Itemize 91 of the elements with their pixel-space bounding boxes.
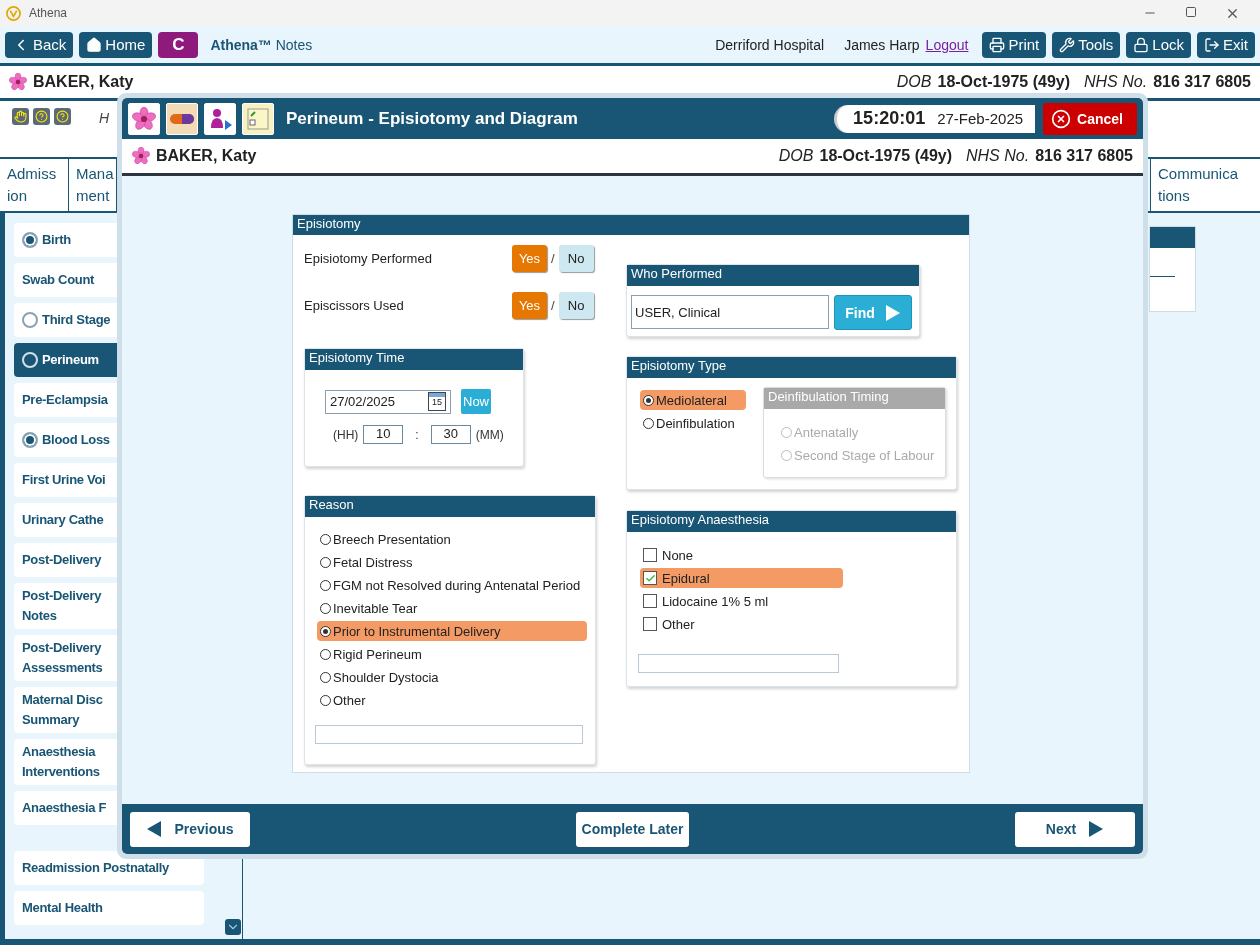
panel-header: Episiotomy Time [305,349,523,370]
exit-icon [1204,36,1220,53]
help-alert-icon [33,108,50,125]
home-icon [86,36,103,53]
radio-option[interactable]: Breech Presentation [317,529,454,549]
date-field[interactable]: 27/02/2025 15 [325,389,451,414]
logout-link[interactable]: Logout [925,36,969,53]
print-button[interactable]: Print [982,31,1047,58]
nhs-value: 816 317 6805 [1035,147,1133,165]
minutes-field[interactable]: 30 [430,425,471,444]
hand-alert-icon [12,108,29,125]
flower-icon [132,147,150,165]
app-name: Athena™ Notes [210,36,313,53]
left-triangle-icon [146,820,163,838]
dob-value: 18-Oct-1975 (49y) [819,147,952,165]
close-icon [1051,108,1072,129]
printer-icon [989,36,1006,53]
dob-label: DOB [778,147,814,165]
home-button[interactable]: Home [79,31,153,58]
hospital-name: Derriford Hospital [715,36,825,53]
window-title: Athena [29,6,68,20]
patient-name: BAKER, Katy [33,73,134,91]
panel-header: Reason [305,496,595,517]
toggle-button[interactable]: No [558,245,594,272]
checkbox-option[interactable]: Epidural [640,568,843,588]
panel-header: Episiotomy Type [627,357,956,378]
dob-label: DOB [896,73,932,91]
next-button[interactable]: Next [1015,811,1135,847]
patient-name: BAKER, Katy [156,147,257,165]
separator-text: : [415,427,419,442]
lock-button[interactable]: Lock [1126,31,1191,58]
clock-date: 27-Feb-2025 [937,110,1024,127]
flower-icon [9,73,27,91]
user-name: James Harp [844,36,920,53]
capsule-icon [166,102,198,135]
radio-option[interactable]: Rigid Perineum [317,644,425,664]
panel-header: Who Performed [627,265,919,286]
sidebar-item[interactable]: Mental Health [14,891,204,925]
checkbox-option[interactable]: None [640,545,697,565]
input-field[interactable] [315,725,583,744]
scroll-down-button[interactable] [225,919,241,935]
nhs-value: 816 317 6805 [1153,73,1251,91]
exit-button[interactable]: Exit [1197,31,1255,58]
tools-icon [1059,36,1076,53]
lock-icon [1133,36,1150,53]
radio-option[interactable]: Inevitable Tear [317,598,421,618]
radio-option[interactable]: Shoulder Dystocia [317,667,442,687]
question-label: Episcissors Used [304,298,405,313]
previous-button[interactable]: Previous [130,811,250,847]
radio-option[interactable]: Other [317,690,369,710]
app-logo-icon [6,5,21,21]
banner-text: H [99,110,110,126]
maximize-icon[interactable] [1185,5,1197,18]
radio-option[interactable]: Prior to Instrumental Delivery [317,621,587,641]
clock-time: 15:20:01 [853,108,926,129]
question-label: Episiotomy Performed [304,251,433,266]
section-header: Episiotomy [293,215,969,235]
hours-field[interactable]: 10 [363,425,404,444]
input-field[interactable]: USER, Clinical [631,295,829,329]
checkbox-option[interactable]: Lidocaine 1% 5 ml [640,591,772,611]
panel-header: Episiotomy Anaesthesia [627,511,956,532]
separator-text: / [551,251,555,266]
radio-option[interactable]: Fetal Distress [317,552,416,572]
sidebar-item[interactable]: Readmission Postnatally [14,851,204,885]
help-alert-icon [54,108,71,125]
panel-header: Deinfibulation Timing [764,388,945,409]
tab[interactable]: Mana ment [69,159,117,211]
c-button[interactable]: C [158,31,199,58]
calendar-icon: 15 [428,392,446,411]
hours-label: (HH) [333,427,359,442]
toggle-button[interactable]: No [558,292,594,319]
radio-option[interactable]: Mediolateral [640,390,746,410]
play-icon [884,303,901,322]
tools-button[interactable]: Tools [1052,31,1121,58]
complete-later-button[interactable]: Complete Later [576,811,689,847]
dob-value: 18-Oct-1975 (49y) [937,73,1070,91]
nhs-label: NHS No. [966,147,1030,165]
dialog-title: Perineum - Episiotomy and Diagram [286,108,578,129]
input-field[interactable] [638,654,839,673]
right-triangle-icon [1088,820,1105,838]
nhs-label: NHS No. [1084,73,1148,91]
notepad-icon [242,102,274,135]
tab[interactable]: Communica tions [1150,159,1260,211]
cancel-button[interactable]: Cancel [1043,102,1137,135]
minutes-label: (MM) [475,427,504,442]
radio-option[interactable]: FGM not Resolved during Antenatal Period [317,575,584,595]
back-button[interactable]: Back [5,31,74,58]
radio-option[interactable]: Deinfibulation [640,413,738,433]
tab[interactable]: Admiss ion [0,159,69,211]
separator-text: / [551,298,555,313]
checkbox-option[interactable]: Other [640,614,698,634]
